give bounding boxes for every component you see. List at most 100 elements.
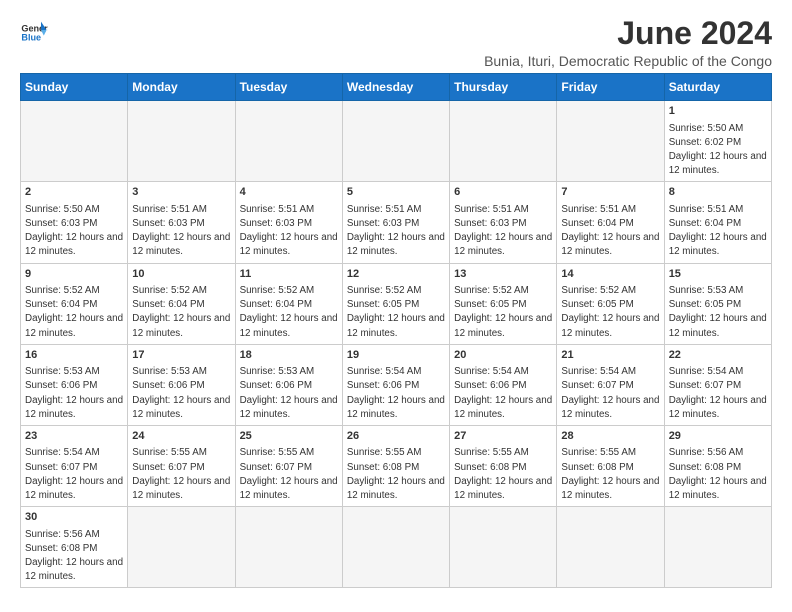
calendar-cell: 9 Sunrise: 5:52 AMSunset: 6:04 PMDaylight… [21,263,128,344]
calendar-cell: 5 Sunrise: 5:51 AMSunset: 6:03 PMDaylight… [342,182,449,263]
calendar-cell: 8Sunrise: 5:51 AMSunset: 6:04 PMDaylight… [664,182,771,263]
calendar-cell: 20 Sunrise: 5:54 AMSunset: 6:06 PMDayligh… [450,344,557,425]
day-number: 25 [240,429,338,444]
calendar-cell [128,507,235,588]
day-number: 14 [561,267,659,282]
day-number: 24 [132,429,230,444]
day-info: Sunrise: 5:51 AMSunset: 6:03 PMDaylight:… [347,203,445,260]
calendar-cell: 3Sunrise: 5:51 AMSunset: 6:03 PMDaylight… [128,182,235,263]
day-info: Sunrise: 5:55 AMSunset: 6:08 PMDaylight:… [347,446,445,503]
calendar-cell: 11 Sunrise: 5:52 AMSunset: 6:04 PMDayligh… [235,263,342,344]
calendar-cell: 27 Sunrise: 5:55 AMSunset: 6:08 PMDayligh… [450,426,557,507]
calendar-cell: 6 Sunrise: 5:51 AMSunset: 6:03 PMDaylight… [450,182,557,263]
day-info: Sunrise: 5:54 AMSunset: 6:06 PMDaylight:… [347,365,445,422]
calendar-cell: 28 Sunrise: 5:55 AMSunset: 6:08 PMDayligh… [557,426,664,507]
weekday-header-wednesday: Wednesday [342,74,449,101]
day-info: Sunrise: 5:54 AMSunset: 6:07 PMDaylight:… [561,365,659,422]
day-number: 8 [669,185,767,200]
day-number: 19 [347,348,445,363]
day-number: 26 [347,429,445,444]
svg-text:Blue: Blue [21,33,41,43]
weekday-header-row: SundayMondayTuesdayWednesdayThursdayFrid… [21,74,772,101]
day-number: 2 [25,185,123,200]
day-number: 18 [240,348,338,363]
day-number: 27 [454,429,552,444]
calendar-cell [235,101,342,182]
day-info: Sunrise: 5:53 AMSunset: 6:05 PMDaylight:… [669,284,767,341]
day-info: Sunrise: 5:52 AMSunset: 6:05 PMDaylight:… [454,284,552,341]
calendar-cell: 10 Sunrise: 5:52 AMSunset: 6:04 PMDayligh… [128,263,235,344]
day-number: 10 [132,267,230,282]
title-area: June 2024 Bunia, Ituri, Democratic Repub… [484,16,772,69]
page-container: General Blue June 2024 Bunia, Ituri, Dem… [20,16,772,588]
day-number: 28 [561,429,659,444]
calendar-cell [557,101,664,182]
day-info: Sunrise: 5:51 AMSunset: 6:04 PMDaylight:… [561,203,659,260]
calendar-cell: 7Sunrise: 5:51 AMSunset: 6:04 PMDaylight… [557,182,664,263]
calendar-cell: 26 Sunrise: 5:55 AMSunset: 6:08 PMDayligh… [342,426,449,507]
calendar-cell: 30Sunrise: 5:56 AMSunset: 6:08 PMDayligh… [21,507,128,588]
day-info: Sunrise: 5:52 AMSunset: 6:04 PMDaylight:… [132,284,230,341]
day-number: 15 [669,267,767,282]
day-info: Sunrise: 5:55 AMSunset: 6:08 PMDaylight:… [561,446,659,503]
calendar-week-row: 2 Sunrise: 5:50 AMSunset: 6:03 PMDaylight… [21,182,772,263]
day-number: 16 [25,348,123,363]
calendar-cell: 4Sunrise: 5:51 AMSunset: 6:03 PMDaylight… [235,182,342,263]
calendar-cell: 16 Sunrise: 5:53 AMSunset: 6:06 PMDayligh… [21,344,128,425]
day-info: Sunrise: 5:56 AMSunset: 6:08 PMDaylight:… [669,446,767,503]
calendar-cell: 1Sunrise: 5:50 AMSunset: 6:02 PMDaylight… [664,101,771,182]
calendar-cell: 12 Sunrise: 5:52 AMSunset: 6:05 PMDayligh… [342,263,449,344]
day-number: 9 [25,267,123,282]
subtitle: Bunia, Ituri, Democratic Republic of the… [484,53,772,69]
day-number: 6 [454,185,552,200]
calendar-cell [557,507,664,588]
day-number: 12 [347,267,445,282]
calendar-cell: 14 Sunrise: 5:52 AMSunset: 6:05 PMDayligh… [557,263,664,344]
day-info: Sunrise: 5:50 AMSunset: 6:02 PMDaylight:… [669,122,767,179]
weekday-header-tuesday: Tuesday [235,74,342,101]
day-info: Sunrise: 5:51 AMSunset: 6:03 PMDaylight:… [240,203,338,260]
weekday-header-friday: Friday [557,74,664,101]
day-number: 3 [132,185,230,200]
weekday-header-monday: Monday [128,74,235,101]
calendar-week-row: 9 Sunrise: 5:52 AMSunset: 6:04 PMDaylight… [21,263,772,344]
calendar-table: SundayMondayTuesdayWednesdayThursdayFrid… [20,73,772,588]
calendar-week-row: 23Sunrise: 5:54 AMSunset: 6:07 PMDayligh… [21,426,772,507]
day-info: Sunrise: 5:54 AMSunset: 6:07 PMDaylight:… [25,446,123,503]
day-info: Sunrise: 5:52 AMSunset: 6:05 PMDaylight:… [561,284,659,341]
calendar-week-row: 1Sunrise: 5:50 AMSunset: 6:02 PMDaylight… [21,101,772,182]
day-info: Sunrise: 5:52 AMSunset: 6:04 PMDaylight:… [240,284,338,341]
calendar-cell [664,507,771,588]
day-info: Sunrise: 5:51 AMSunset: 6:03 PMDaylight:… [454,203,552,260]
day-info: Sunrise: 5:53 AMSunset: 6:06 PMDaylight:… [25,365,123,422]
day-number: 30 [25,510,123,525]
calendar-cell [342,507,449,588]
day-number: 11 [240,267,338,282]
logo: General Blue [20,16,48,44]
calendar-cell: 21 Sunrise: 5:54 AMSunset: 6:07 PMDayligh… [557,344,664,425]
day-info: Sunrise: 5:53 AMSunset: 6:06 PMDaylight:… [132,365,230,422]
day-number: 17 [132,348,230,363]
calendar-cell: 15 Sunrise: 5:53 AMSunset: 6:05 PMDayligh… [664,263,771,344]
day-info: Sunrise: 5:55 AMSunset: 6:07 PMDaylight:… [132,446,230,503]
day-info: Sunrise: 5:52 AMSunset: 6:05 PMDaylight:… [347,284,445,341]
day-info: Sunrise: 5:50 AMSunset: 6:03 PMDaylight:… [25,203,123,260]
day-info: Sunrise: 5:52 AMSunset: 6:04 PMDaylight:… [25,284,123,341]
calendar-cell: 13Sunrise: 5:52 AMSunset: 6:05 PMDayligh… [450,263,557,344]
calendar-cell: 22Sunrise: 5:54 AMSunset: 6:07 PMDayligh… [664,344,771,425]
calendar-cell [450,507,557,588]
day-number: 21 [561,348,659,363]
calendar-cell [342,101,449,182]
day-number: 5 [347,185,445,200]
day-number: 20 [454,348,552,363]
weekday-header-sunday: Sunday [21,74,128,101]
day-info: Sunrise: 5:55 AMSunset: 6:08 PMDaylight:… [454,446,552,503]
calendar-cell: 25Sunrise: 5:55 AMSunset: 6:07 PMDayligh… [235,426,342,507]
calendar-cell: 23Sunrise: 5:54 AMSunset: 6:07 PMDayligh… [21,426,128,507]
weekday-header-thursday: Thursday [450,74,557,101]
calendar-cell: 18 Sunrise: 5:53 AMSunset: 6:06 PMDayligh… [235,344,342,425]
calendar-cell [128,101,235,182]
day-info: Sunrise: 5:54 AMSunset: 6:06 PMDaylight:… [454,365,552,422]
main-title: June 2024 [484,16,772,51]
day-info: Sunrise: 5:53 AMSunset: 6:06 PMDaylight:… [240,365,338,422]
